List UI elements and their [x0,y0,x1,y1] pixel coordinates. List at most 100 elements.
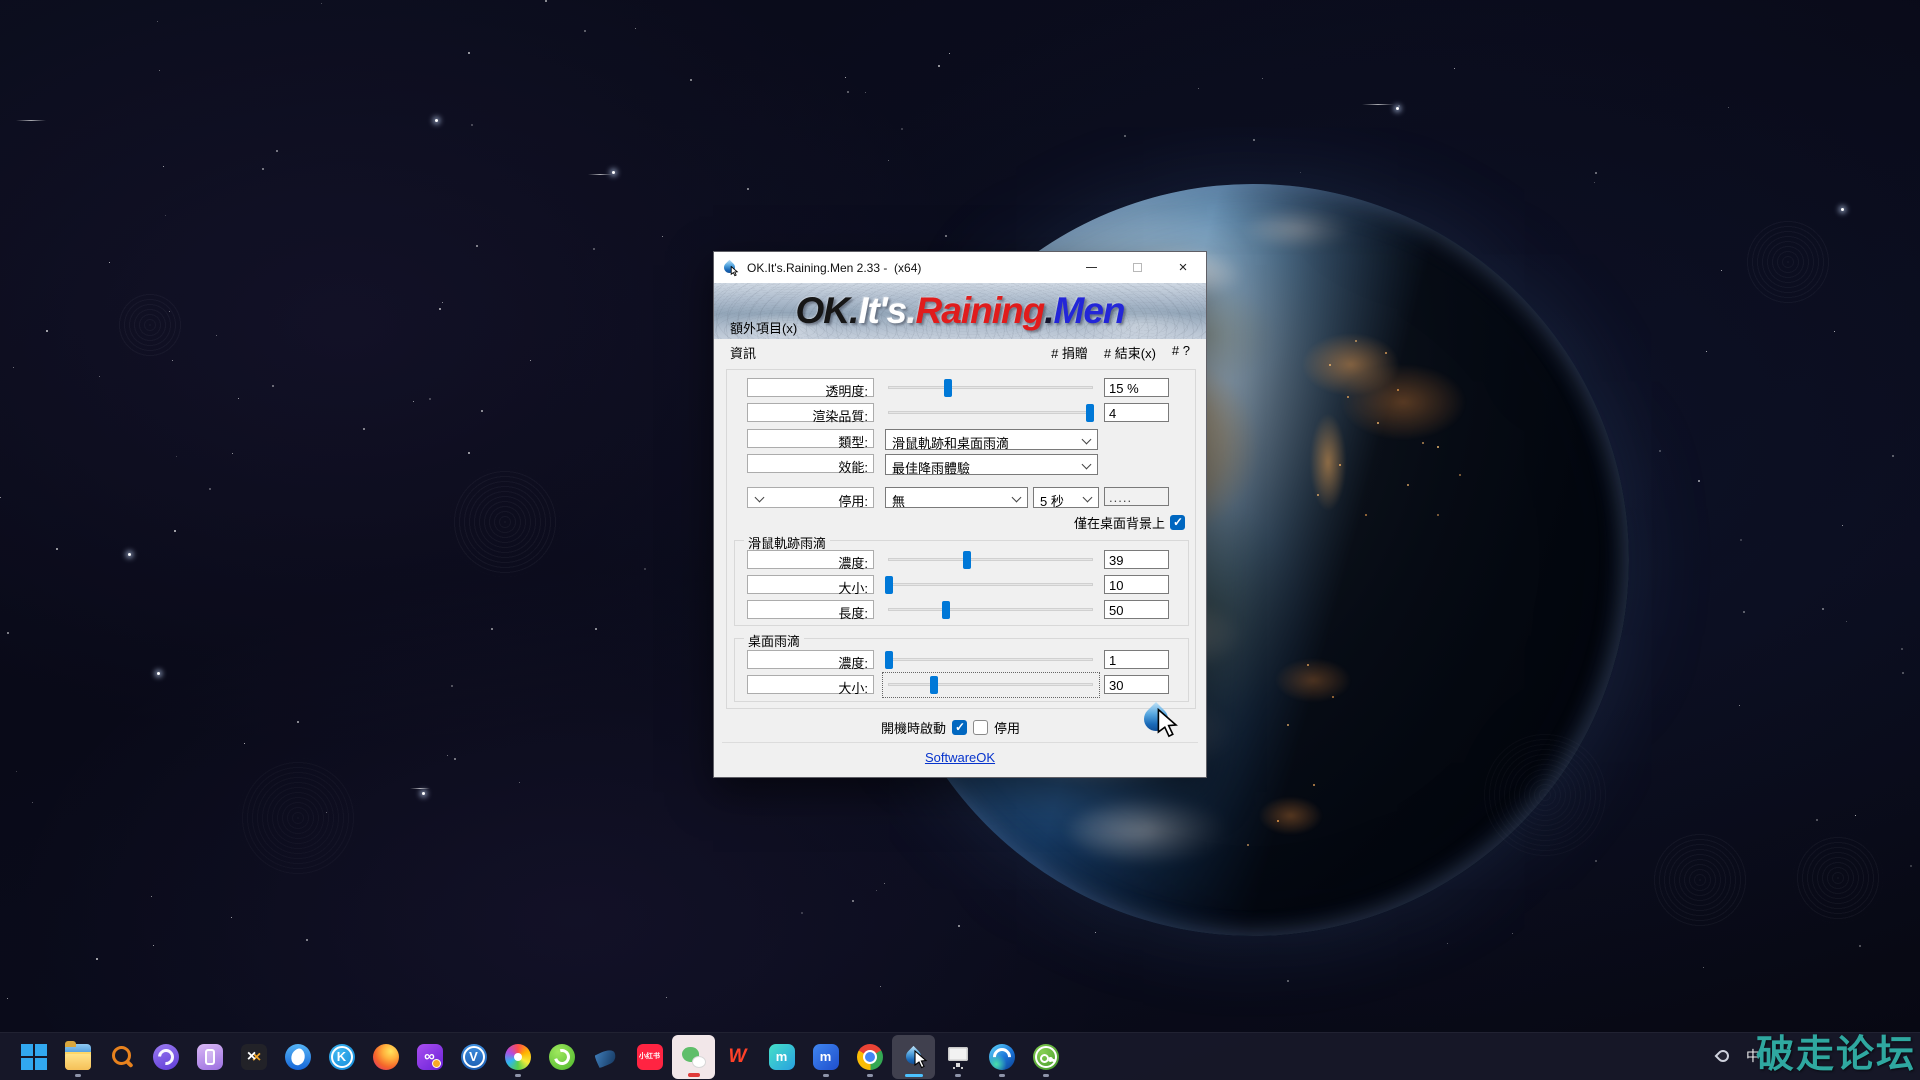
transparency-slider[interactable] [885,378,1096,398]
taskbar-firefox-icon[interactable] [364,1035,407,1079]
taskbar-quark-browser-icon[interactable] [144,1035,187,1079]
decorative-ring [118,293,182,357]
trail-size-label: 大小: [747,575,874,594]
menu-right: # 捐贈# 結束(x)# ? [1043,340,1198,365]
taskbar-phone-link-icon[interactable] [188,1035,231,1079]
footer-disable-checkbox[interactable] [973,720,988,735]
taskbar-wps-office-icon[interactable]: W [716,1035,759,1079]
disable-mode-dropdown[interactable]: 無 [885,487,1028,508]
maximize-button[interactable] [1114,252,1160,283]
disable-interval-dropdown[interactable]: 5 秒 [1033,487,1099,508]
type-dropdown-value: 滑鼠軌跡和桌面雨滴 [892,436,1009,450]
taskbar-magic-infinity-icon[interactable]: ∞ [408,1035,451,1079]
desktop-density-slider[interactable] [885,650,1096,670]
menu-item-donate[interactable]: # 捐贈 [1043,340,1096,365]
blue-horn-app-icon [593,1044,619,1070]
slider-thumb[interactable] [885,651,893,669]
taskbar-file-explorer-icon[interactable] [56,1035,99,1079]
minimize-button[interactable] [1068,252,1114,283]
maxthon-blue-icon: m [813,1044,839,1070]
autostart-checkbox[interactable] [952,720,967,735]
taskbar-360-speed-browser-icon[interactable] [540,1035,583,1079]
settings-panel: 透明度: 15 % 渲染品質: 4 類型: 滑鼠軌 [714,366,1206,777]
taskbar-360-browser-icon[interactable] [496,1035,539,1079]
render-quality-slider[interactable] [885,403,1096,423]
slider-track [888,608,1093,611]
minimize-icon [1086,267,1097,268]
menu-item-info[interactable]: 資訊 [722,340,805,365]
taskbar-screen-monitor-icon[interactable] [936,1035,979,1079]
slider-thumb[interactable] [944,379,952,397]
banner-segment: . [849,290,858,332]
desktop-density-value[interactable]: 1 [1104,650,1169,669]
taskbar-search-icon[interactable] [100,1035,143,1079]
trail-length-slider[interactable] [885,600,1096,620]
taskbar-xiaohongshu-icon[interactable]: 小红书 [628,1035,671,1079]
system-tray: 中 [1714,1032,1760,1080]
eagle-browser-icon [285,1044,311,1070]
slider-thumb[interactable] [885,576,893,594]
disable-extra-field[interactable]: ..... [1104,487,1169,506]
softwareok-link[interactable]: SoftwareOK [925,750,995,765]
firefox-icon [373,1044,399,1070]
slider-thumb[interactable] [1086,404,1094,422]
trail-density-slider[interactable] [885,550,1096,570]
taskbar-x-app-icon[interactable]: × [232,1035,275,1079]
decorative-ring [1746,220,1830,304]
trail-density-label: 濃度: [747,550,874,569]
desktop-size-value[interactable]: 30 [1104,675,1169,694]
desktop-drops-group-title: 桌面雨滴 [744,631,804,650]
taskbar-icons: × K ∞V 小红书 Wmm [0,1035,1067,1079]
slider-thumb[interactable] [942,601,950,619]
taskbar-edge-icon[interactable] [980,1035,1023,1079]
transparency-value[interactable]: 15 % [1104,378,1169,397]
taskbar-v-browser-icon[interactable]: V [452,1035,495,1079]
start-icon [21,1044,47,1070]
slider-track [888,658,1093,661]
taskbar-blue-horn-app-icon[interactable] [584,1035,627,1079]
banner-segment: . [906,290,915,332]
render-quality-label: 渲染品質: [747,403,874,422]
taskbar-start-icon[interactable] [12,1035,55,1079]
taskbar-raining-men-icon[interactable] [892,1035,935,1079]
footer-link-row: SoftwareOK [714,750,1206,765]
menu-item-help[interactable]: # ? [1164,340,1198,365]
close-button[interactable]: × [1160,252,1206,283]
wechat-icon [681,1044,707,1070]
disable-label-combo[interactable]: 停用: [747,487,874,508]
decorative-ring [1480,730,1610,860]
performance-dropdown[interactable]: 最佳降雨體驗 [885,454,1098,475]
window-titlebar[interactable]: OK.It's.Raining.Men 2.33 - (x64) × [714,252,1206,283]
taskbar-eagle-browser-icon[interactable] [276,1035,319,1079]
taskbar-chrome-icon[interactable] [848,1035,891,1079]
only-on-desktop-checkbox[interactable] [1170,515,1185,530]
trail-density-value[interactable]: 39 [1104,550,1169,569]
slider-thumb[interactable] [930,676,938,694]
render-quality-value[interactable]: 4 [1104,403,1169,422]
trail-size-slider[interactable] [885,575,1096,595]
edge-icon [989,1044,1015,1070]
raining-men-icon [901,1044,927,1070]
taskbar-maxthon-teal-icon[interactable]: m [760,1035,803,1079]
trail-length-value[interactable]: 50 [1104,600,1169,619]
tray-app-icon[interactable] [1714,1047,1732,1065]
type-dropdown[interactable]: 滑鼠軌跡和桌面雨滴 [885,429,1098,450]
disable-mode-value: 無 [892,494,905,508]
taskbar-kugou-music-icon[interactable]: K [320,1035,363,1079]
menu-item-quit[interactable]: # 結束(x) [1096,340,1164,365]
trail-size-value[interactable]: 10 [1104,575,1169,594]
running-indicator [823,1074,829,1077]
desktop-size-slider[interactable] [885,675,1096,695]
chevron-down-icon [1082,435,1092,445]
search-icon [109,1044,135,1070]
slider-track [888,583,1093,586]
chevron-down-icon [1012,493,1022,503]
menu-item-extras[interactable]: 額外項目(x) [722,315,805,340]
slider-thumb[interactable] [963,551,971,569]
taskbar-wechat-icon[interactable] [672,1035,715,1079]
app-drop-icon [723,260,739,276]
taskbar-maxthon-blue-icon[interactable]: m [804,1035,847,1079]
taskbar-keepass-icon[interactable] [1024,1035,1067,1079]
chevron-down-icon [1083,493,1093,503]
decorative-ring [450,467,560,577]
